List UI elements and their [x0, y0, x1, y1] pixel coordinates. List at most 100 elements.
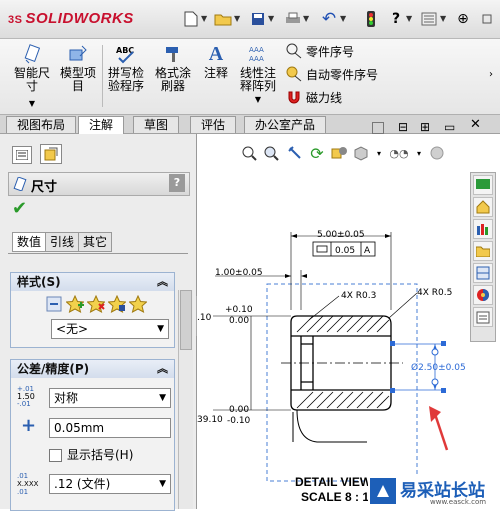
- feature-manager-tab-icon[interactable]: [12, 146, 32, 164]
- show-parentheses-checkbox[interactable]: [49, 449, 62, 462]
- smart-dimension-label: 智能尺 寸: [14, 66, 51, 93]
- tile-icon[interactable]: ⊞: [420, 120, 430, 134]
- tab-value[interactable]: 数值: [12, 232, 47, 252]
- drag-handle[interactable]: [390, 341, 395, 346]
- style-section-header[interactable]: 样式(S) ︽: [11, 273, 174, 291]
- style-section: 样式(S) ︽ <无> ▼: [10, 272, 175, 348]
- spell-check-button[interactable]: ABC 拼写检 验程序: [108, 43, 144, 93]
- panel-scrollbar[interactable]: [178, 290, 193, 509]
- diameter-dimension-selected[interactable]: Ø2.50±0.05: [390, 341, 466, 393]
- help-button[interactable]: ?: [169, 174, 185, 192]
- save-icon[interactable]: [247, 10, 269, 28]
- drag-handle[interactable]: [441, 341, 446, 346]
- chevron-down-icon[interactable]: ▼: [201, 14, 207, 23]
- svg-text:AAA: AAA: [249, 46, 264, 54]
- model-items-button[interactable]: 模型项 目: [60, 43, 96, 93]
- chamfer-callout-2[interactable]: 4X R0.5: [388, 288, 452, 319]
- restore-icon[interactable]: [372, 122, 384, 134]
- left-tolerance-bottom[interactable]: 39.10 0.00 -0.10: [197, 405, 291, 426]
- appearances-icon[interactable]: [473, 285, 493, 305]
- collapse-icon[interactable]: ︽: [157, 273, 168, 291]
- maximize-icon[interactable]: ▭: [444, 120, 455, 134]
- home-icon[interactable]: [473, 197, 493, 217]
- chevron-right-icon[interactable]: ›: [489, 69, 493, 80]
- traffic-light-icon[interactable]: [360, 10, 382, 28]
- left-top-dimension[interactable]: 1.00±0.05: [215, 268, 307, 310]
- load-style-icon[interactable]: [128, 294, 148, 316]
- balloon-button[interactable]: 零件序号: [285, 41, 354, 61]
- tolerance-section-title: 公差/精度(P): [17, 362, 90, 376]
- gdt-frame[interactable]: 0.05 A: [312, 241, 376, 257]
- arrow-dot-handle[interactable]: [431, 348, 439, 356]
- drawing-canvas[interactable]: 5.00±0.05 0.05 A 1.00±0.05 4X R0.3 4X R0…: [197, 160, 467, 509]
- auto-balloon-button[interactable]: 自动零件序号: [285, 64, 378, 84]
- collapse-icon[interactable]: ︽: [157, 360, 168, 378]
- tab-annotation[interactable]: 注解: [78, 116, 125, 134]
- arrow-dot-handle[interactable]: [431, 378, 439, 386]
- window-control-icon[interactable]: [476, 10, 498, 28]
- precision-select[interactable]: .12 (文件) ▼: [49, 474, 171, 494]
- chevron-down-icon[interactable]: ▼: [303, 14, 309, 23]
- magnetic-line-button[interactable]: 磁力线: [285, 87, 342, 107]
- top-dimension-text: 5.00±0.05: [317, 230, 365, 240]
- ok-check-icon[interactable]: ✔: [12, 198, 27, 219]
- scrollbar-thumb[interactable]: [180, 290, 192, 350]
- detail-view-boundary[interactable]: [266, 283, 418, 482]
- tolerance-section-header[interactable]: 公差/精度(P) ︽: [11, 360, 174, 378]
- linear-note-pattern-button[interactable]: AAA AAA 线性注 释阵列 ▼: [240, 43, 276, 106]
- watermark: 易采站长站 www.easck.com: [368, 474, 500, 509]
- note-icon: A: [208, 42, 224, 65]
- format-painter-button[interactable]: 格式涂 刷器: [155, 43, 191, 93]
- design-library-icon[interactable]: [473, 219, 493, 239]
- tab-leaders[interactable]: 引线: [46, 232, 80, 252]
- delete-style-icon[interactable]: [86, 294, 106, 316]
- chevron-down-icon[interactable]: ▼: [440, 14, 446, 23]
- left-dim-fragment-2: 39.10: [197, 415, 223, 425]
- custom-properties-icon[interactable]: [473, 307, 493, 327]
- note-button[interactable]: A 注释: [204, 43, 228, 80]
- watermark-url: www.easck.com: [430, 498, 487, 506]
- new-doc-icon[interactable]: [180, 10, 202, 28]
- open-folder-icon[interactable]: [212, 10, 234, 28]
- property-manager-tab-icon[interactable]: [40, 144, 62, 164]
- tab-view-layout[interactable]: 视图布局: [6, 116, 77, 133]
- resources-icon[interactable]: [473, 175, 493, 195]
- view-palette-icon[interactable]: [473, 263, 493, 283]
- tab-other[interactable]: 其它: [79, 232, 113, 252]
- model-items-label: 模型项 目: [60, 66, 97, 93]
- panel-title: 尺寸: [31, 180, 58, 195]
- file-explorer-icon[interactable]: [473, 241, 493, 261]
- tab-office-products[interactable]: 办公室产品: [244, 116, 327, 133]
- chevron-down-icon[interactable]: ▼: [234, 14, 240, 23]
- pin-icon[interactable]: ⊕: [452, 10, 474, 28]
- tolerance-type-select[interactable]: 对称 ▼: [49, 388, 171, 408]
- chevron-down-icon[interactable]: ▼: [406, 14, 412, 23]
- tab-evaluate[interactable]: 评估: [190, 116, 237, 133]
- ribbon-separator: [102, 45, 103, 107]
- chevron-down-icon[interactable]: ▼: [268, 14, 274, 23]
- chevron-down-icon[interactable]: ▼: [255, 93, 261, 106]
- undo-icon[interactable]: ↶: [318, 9, 340, 29]
- chevron-down-icon[interactable]: ▼: [340, 14, 346, 23]
- close-icon[interactable]: ✕: [470, 117, 481, 132]
- title-bar: 3S SOLIDWORKS ▼ ▼ ▼ ▼ ↶ ▼ ? ▼ ▼ ⊕: [0, 0, 500, 39]
- chevron-down-icon[interactable]: ▼: [29, 97, 35, 110]
- chevron-down-icon: ▼: [157, 324, 164, 334]
- options-icon[interactable]: [418, 10, 440, 28]
- left-tolerance-top[interactable]: .10 +0.10 0.00: [197, 305, 291, 326]
- tolerance-value-input[interactable]: 0.05mm: [49, 418, 171, 438]
- minimize-icon[interactable]: ⊟: [398, 120, 408, 134]
- subtabs: 数值 引线 其它: [12, 232, 113, 252]
- save-style-icon[interactable]: [107, 294, 127, 316]
- smart-dimension-button[interactable]: 智能尺 寸 ▼: [14, 43, 50, 110]
- tab-sketch[interactable]: 草图: [133, 116, 180, 133]
- apply-style-icon[interactable]: [45, 295, 63, 316]
- drag-handle[interactable]: [441, 388, 446, 393]
- add-style-icon[interactable]: [65, 294, 85, 316]
- style-select[interactable]: <无> ▼: [51, 319, 169, 339]
- print-icon[interactable]: [282, 10, 304, 28]
- drag-handle[interactable]: [390, 388, 395, 393]
- gdt-datum-letter: A: [364, 246, 371, 256]
- help-icon[interactable]: ?: [385, 10, 407, 28]
- svg-text:AAA: AAA: [249, 55, 264, 63]
